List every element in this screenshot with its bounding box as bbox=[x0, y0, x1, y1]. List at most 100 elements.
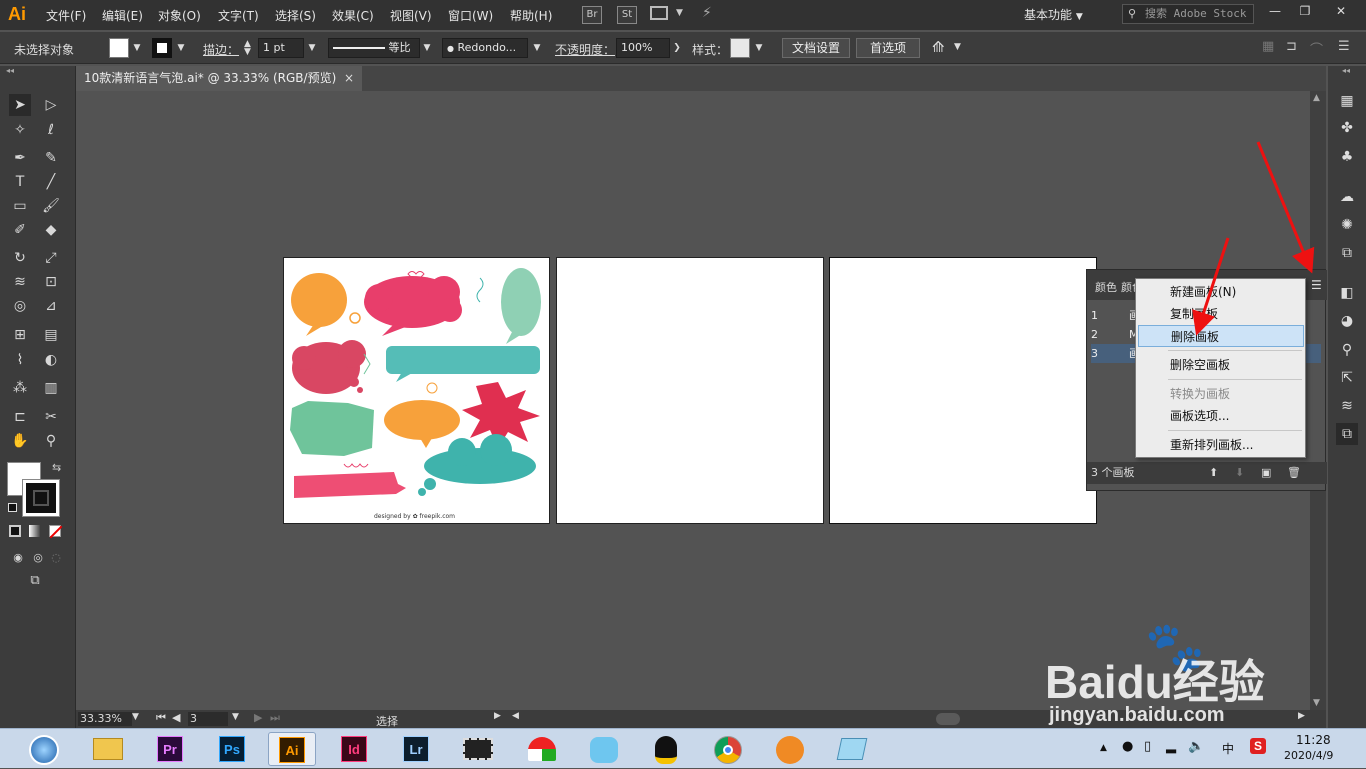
umbrella-app-icon[interactable] bbox=[518, 732, 566, 766]
workspace-switcher[interactable]: 基本功能 ▼ bbox=[1024, 4, 1106, 26]
preferences-button[interactable]: 首选项 bbox=[856, 38, 920, 58]
ime-indicator[interactable]: 中 bbox=[1222, 740, 1234, 757]
mesh-tool-icon[interactable]: ⊞ bbox=[9, 324, 31, 346]
taskbar-app-indesign[interactable]: Id bbox=[330, 732, 378, 766]
menu-file[interactable]: 文件(F) bbox=[46, 7, 86, 24]
blend-tool-icon[interactable]: ◐ bbox=[40, 349, 62, 371]
opacity-expand-icon[interactable]: ❯ bbox=[670, 38, 684, 58]
shape-builder-tool-icon[interactable]: ◎ bbox=[9, 295, 31, 317]
taskbar-app-photoshop[interactable]: Ps bbox=[208, 732, 256, 766]
document-tab[interactable]: 10款清新语言气泡.ai* @ 33.33% (RGB/预览) × bbox=[76, 66, 362, 91]
artboard-dropdown-icon[interactable]: ▼ bbox=[232, 712, 239, 722]
layers-panel-icon[interactable]: ≋ bbox=[1336, 395, 1358, 417]
gradient-panel-icon[interactable]: ◧ bbox=[1336, 282, 1358, 304]
menu-new-artboard[interactable]: 新建画板(N) bbox=[1138, 281, 1304, 303]
stroke-label[interactable]: 描边： bbox=[203, 41, 239, 58]
menu-edit[interactable]: 编辑(E) bbox=[102, 7, 143, 24]
stroke-weight-input[interactable]: 1 pt bbox=[258, 38, 304, 58]
battery-icon[interactable]: ▯ bbox=[1144, 739, 1151, 754]
chrome-icon[interactable] bbox=[704, 732, 752, 766]
style-dropdown-icon[interactable]: ▼ bbox=[752, 38, 766, 58]
brush-dropdown-icon[interactable]: ▼ bbox=[530, 38, 544, 58]
rotate-tool-icon[interactable]: ↻ bbox=[9, 247, 31, 269]
stroke-weight-dropdown-icon[interactable]: ▼ bbox=[305, 38, 319, 58]
stroke-swatch[interactable] bbox=[152, 38, 172, 58]
clock-date[interactable]: 2020/4/9 bbox=[1284, 749, 1333, 762]
scroll-left-icon[interactable]: ◀ bbox=[512, 711, 519, 721]
gradient-tool-icon[interactable]: ▤ bbox=[40, 324, 62, 346]
menu-help[interactable]: 帮助(H) bbox=[510, 7, 552, 24]
transform-icon[interactable]: ⊐ bbox=[1286, 39, 1297, 54]
video-player-icon[interactable] bbox=[454, 732, 502, 766]
zoom-tool-icon[interactable]: ⚲ bbox=[40, 430, 62, 452]
start-button[interactable] bbox=[24, 732, 64, 766]
cartoon-app-icon[interactable] bbox=[580, 732, 628, 766]
taskbar-app-premiere[interactable]: Pr bbox=[146, 732, 194, 766]
delete-artboard-icon[interactable]: 🗑 bbox=[1287, 462, 1301, 484]
menu-view[interactable]: 视图(V) bbox=[390, 7, 432, 24]
menu-delete-empty-artboards[interactable]: 删除空画板 bbox=[1138, 354, 1304, 376]
stock-button[interactable]: St bbox=[617, 6, 637, 24]
artboard-1[interactable]: designed by ✿ freepik.com bbox=[283, 257, 550, 524]
menu-rearrange-artboards[interactable]: 重新排列画板... bbox=[1138, 434, 1304, 456]
network-icon[interactable]: ▂ bbox=[1166, 739, 1176, 754]
appearance-panel-icon[interactable]: ✺ bbox=[1336, 214, 1358, 236]
line-tool-icon[interactable]: ╱ bbox=[40, 171, 62, 193]
gradient-mode-icon[interactable] bbox=[29, 525, 41, 537]
variable-width-profile[interactable]: 等比 bbox=[328, 38, 420, 58]
menu-type[interactable]: 文字(T) bbox=[218, 7, 259, 24]
free-transform-tool-icon[interactable]: ⊡ bbox=[40, 271, 62, 293]
column-graph-tool-icon[interactable]: ▥ bbox=[40, 377, 62, 399]
opacity-input[interactable]: 100% bbox=[616, 38, 670, 58]
artboard-tool-icon[interactable]: ⊏ bbox=[9, 406, 31, 428]
lasso-tool-icon[interactable]: ℓ bbox=[40, 119, 62, 141]
previous-artboard-icon[interactable]: ◀ bbox=[172, 711, 180, 724]
qq-icon[interactable] bbox=[642, 732, 690, 766]
brushes-panel-icon[interactable]: ✤ bbox=[1336, 117, 1358, 139]
rectangle-tool-icon[interactable]: ▭ bbox=[9, 195, 31, 217]
profile-dropdown-icon[interactable]: ▼ bbox=[420, 38, 434, 58]
cc-libraries-icon[interactable]: ☁ bbox=[1336, 186, 1358, 208]
arrange-documents-icon[interactable] bbox=[650, 6, 668, 20]
menu-effect[interactable]: 效果(C) bbox=[332, 7, 374, 24]
panel-tab-color[interactable]: 颜色 bbox=[1095, 279, 1117, 295]
graphic-style-swatch[interactable] bbox=[730, 38, 750, 58]
menu-delete-artboard[interactable]: 删除画板 bbox=[1138, 325, 1304, 347]
perspective-grid-tool-icon[interactable]: ⊿ bbox=[40, 295, 62, 317]
export-icon[interactable]: ⇱ bbox=[1336, 367, 1358, 389]
eyedropper-tool-icon[interactable]: ⌇ bbox=[9, 349, 31, 371]
eraser-tool-icon[interactable]: ◆ bbox=[40, 219, 62, 241]
zoom-dropdown-icon[interactable]: ▼ bbox=[132, 712, 139, 722]
color-panel-icon[interactable]: ▦ bbox=[1336, 90, 1358, 112]
scale-tool-icon[interactable]: ⤢ bbox=[40, 247, 62, 269]
artboard-2[interactable] bbox=[556, 257, 824, 524]
transform-panel-icon[interactable]: ⧉ bbox=[1336, 242, 1358, 264]
taskbar-app-lightroom[interactable]: Lr bbox=[392, 732, 440, 766]
fill-dropdown-icon[interactable]: ▼ bbox=[130, 38, 144, 58]
collapse-icon[interactable]: ◂◂ bbox=[6, 66, 14, 75]
close-tab-icon[interactable]: × bbox=[344, 66, 354, 91]
scroll-down-icon[interactable]: ▼ bbox=[1313, 698, 1320, 708]
stock-search-input[interactable]: ⚲搜索 Adobe Stock bbox=[1122, 4, 1254, 24]
file-explorer-icon[interactable] bbox=[84, 732, 132, 766]
screen-mode-icon[interactable]: ⧉ bbox=[24, 570, 46, 592]
arrange-icon[interactable]: ⟰ bbox=[932, 38, 945, 56]
volume-icon[interactable]: 🔈 bbox=[1188, 739, 1204, 754]
move-up-icon[interactable]: ⬆ bbox=[1209, 462, 1218, 484]
stroke-dropdown-icon[interactable]: ▼ bbox=[174, 38, 188, 58]
hand-tool-icon[interactable]: ✋ bbox=[9, 430, 31, 452]
menu-object[interactable]: 对象(O) bbox=[158, 7, 201, 24]
chevron-down-icon[interactable]: ▼ bbox=[954, 42, 961, 52]
chevron-down-icon[interactable]: ▼ bbox=[676, 8, 683, 18]
color-mode-icon[interactable] bbox=[9, 525, 21, 537]
close-button[interactable]: ✕ bbox=[1328, 4, 1354, 22]
slice-tool-icon[interactable]: ✂ bbox=[40, 406, 62, 428]
width-tool-icon[interactable]: ≋ bbox=[9, 271, 31, 293]
zoom-level-field[interactable]: 33.33% bbox=[78, 712, 132, 726]
artboards-panel-icon[interactable]: ⧉ bbox=[1336, 423, 1358, 445]
clock-time[interactable]: 11:28 bbox=[1296, 733, 1331, 747]
panel-menu-icon[interactable]: ☰ bbox=[1338, 39, 1350, 54]
expand-panels-icon[interactable]: ◂◂ bbox=[1342, 66, 1350, 75]
sogou-ime-icon[interactable]: S bbox=[1250, 738, 1266, 754]
magic-wand-tool-icon[interactable]: ✧ bbox=[9, 119, 31, 141]
